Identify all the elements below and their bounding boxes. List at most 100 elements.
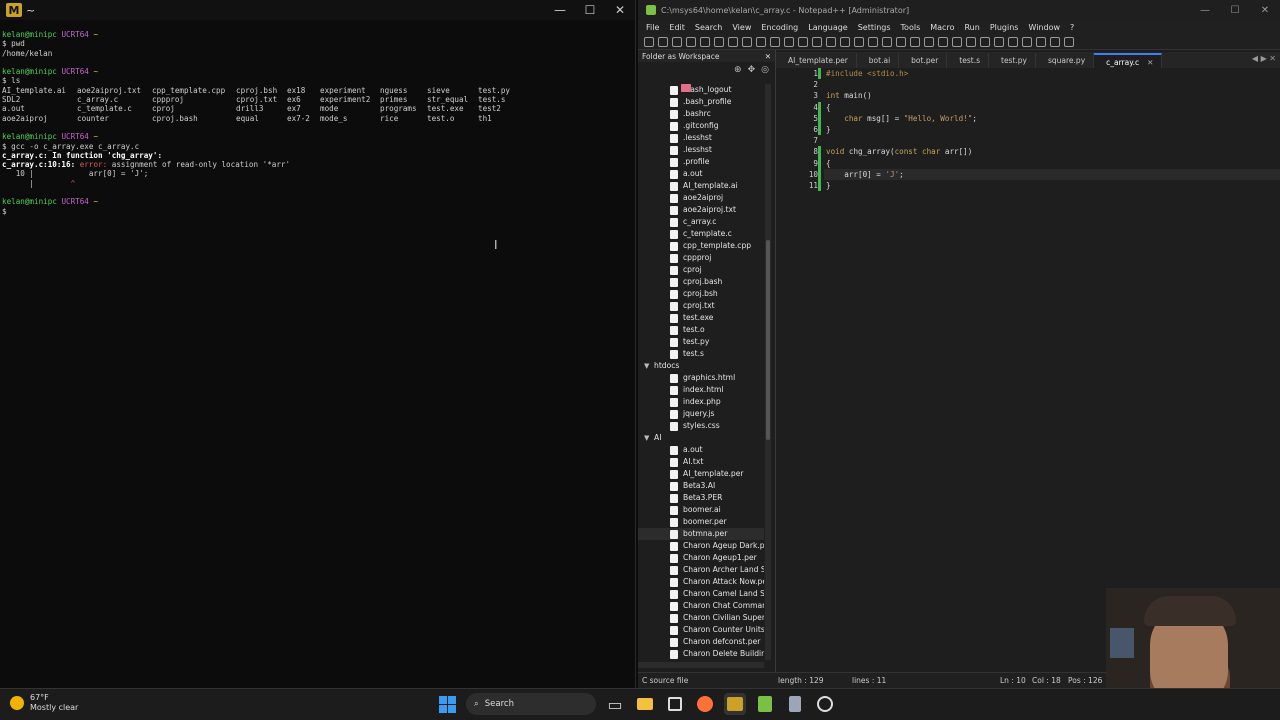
play-multi-icon[interactable] <box>1050 36 1060 47</box>
code-editor[interactable]: 1 2 3 4 5 6 7 8 9 10 11 #include <stdio.h> int mai… <box>776 68 1280 672</box>
file-tree-item[interactable]: a.out <box>638 444 764 456</box>
close-button[interactable]: ✕ <box>605 3 635 17</box>
file-tree-item[interactable]: Charon defconst.per <box>638 636 764 648</box>
menu-item-window[interactable]: Window <box>1028 23 1060 32</box>
file-tree-item[interactable]: Charon Ageup1.per <box>638 552 764 564</box>
code-area[interactable]: #include <stdio.h> int main() { char msg… <box>824 68 1280 191</box>
npp-maximize-button[interactable]: ☐ <box>1220 5 1250 16</box>
file-tree-item[interactable]: AI_template.ai <box>638 180 764 192</box>
zoom-in-icon[interactable] <box>840 36 850 47</box>
menu-item-language[interactable]: Language <box>808 23 847 32</box>
doc-map-icon[interactable] <box>952 36 962 47</box>
file-tree-item[interactable]: cpp_template.cpp <box>638 240 764 252</box>
current-prompt[interactable]: $ <box>2 207 528 216</box>
open-file-icon[interactable] <box>658 36 668 47</box>
sync-h-icon[interactable] <box>882 36 892 47</box>
play-icon[interactable] <box>1036 36 1046 47</box>
file-tree-item[interactable]: test.py <box>638 336 764 348</box>
folder-tree-item[interactable]: ▼ AI <box>638 84 764 444</box>
chevron-down-icon[interactable]: ▼ <box>644 432 654 444</box>
file-tree-item[interactable]: cppproj <box>638 252 764 264</box>
all-chars-icon[interactable] <box>910 36 920 47</box>
npp-titlebar[interactable]: C:\msys64\home\kelan\c_array.c - Notepad… <box>638 0 1280 20</box>
save-icon[interactable] <box>672 36 682 47</box>
file-tree-item[interactable]: test.exe <box>638 312 764 324</box>
file-tree-item[interactable]: index.html <box>638 384 764 396</box>
file-tree-item[interactable]: Beta3.PER <box>638 492 764 504</box>
task-view-icon[interactable]: ▭ <box>604 693 626 715</box>
file-tree-item[interactable]: boomer.ai <box>638 504 764 516</box>
file-tree-item[interactable]: botmna.per <box>638 528 764 540</box>
file-tree-item[interactable]: AI_template.per <box>638 468 764 480</box>
tab-close-icon[interactable]: ✕ <box>1147 58 1153 67</box>
cut-icon[interactable] <box>742 36 752 47</box>
paste-icon[interactable] <box>770 36 780 47</box>
file-tree-item[interactable]: test.o <box>638 324 764 336</box>
file-tree-item[interactable]: Charon Chat Comman <box>638 600 764 612</box>
print-icon[interactable] <box>728 36 738 47</box>
file-tree-item[interactable]: .bash_profile <box>638 96 764 108</box>
file-tree-item[interactable]: Charon Camel Land St <box>638 588 764 600</box>
maximize-button[interactable]: ☐ <box>575 3 605 17</box>
menu-item-settings[interactable]: Settings <box>858 23 891 32</box>
file-tree[interactable]: .bash_logout .bash_profile .bashrc .gitconf… <box>638 84 764 660</box>
file-tree-item[interactable]: c_array.c <box>638 216 764 228</box>
npp-minimize-button[interactable]: — <box>1190 5 1220 16</box>
file-tree-item[interactable]: a.out <box>638 168 764 180</box>
monitor-icon[interactable] <box>994 36 1004 47</box>
file-tree-item[interactable]: Charon Ageup Dark.pe <box>638 540 764 552</box>
file-tree-item[interactable]: aoe2aiproj <box>638 192 764 204</box>
file-explorer-icon[interactable] <box>634 693 656 715</box>
record-icon[interactable] <box>1008 36 1018 47</box>
sync-v-icon[interactable] <box>868 36 878 47</box>
file-tree-item[interactable]: graphics.html <box>638 372 764 384</box>
menu-item-edit[interactable]: Edit <box>669 23 685 32</box>
firefox-icon[interactable] <box>694 693 716 715</box>
zoom-out-icon[interactable] <box>854 36 864 47</box>
file-tree-item[interactable]: .gitconfig <box>638 120 764 132</box>
save-all-icon[interactable] <box>686 36 696 47</box>
file-tree-item[interactable]: cproj.txt <box>638 300 764 312</box>
horizontal-scrollbar[interactable] <box>638 662 764 668</box>
scroll-thumb[interactable] <box>766 240 770 440</box>
file-tree-item[interactable]: styles.css <box>638 420 764 432</box>
obs-icon[interactable] <box>814 693 836 715</box>
menu-item-[interactable]: ? <box>1070 23 1074 32</box>
calculator-icon[interactable] <box>784 693 806 715</box>
new-file-icon[interactable] <box>644 36 654 47</box>
tab-bot-ai[interactable]: bot.ai <box>857 53 900 68</box>
tab-square-py[interactable]: square.py <box>1036 53 1095 68</box>
file-tree-item[interactable]: Charon Delete Building <box>638 648 764 660</box>
redo-icon[interactable] <box>798 36 808 47</box>
stop-icon[interactable] <box>1022 36 1032 47</box>
file-tree-item[interactable]: AI.txt <box>638 456 764 468</box>
notepadpp-window[interactable]: C:\msys64\home\kelan\c_array.c - Notepad… <box>638 0 1280 688</box>
close-icon[interactable] <box>700 36 710 47</box>
file-tree-item[interactable]: .bash_logout <box>638 84 764 96</box>
notepadpp-taskbar-icon[interactable] <box>754 693 776 715</box>
target-icon[interactable]: ◎ <box>761 65 769 75</box>
msys-icon[interactable] <box>724 693 746 715</box>
tab-test-s[interactable]: test.s <box>947 53 989 68</box>
folder-workspace-icon[interactable] <box>980 36 990 47</box>
save-macro-icon[interactable] <box>1064 36 1074 47</box>
tab-nav-arrows-icon[interactable]: ◀ ▶ ✕ <box>1252 54 1276 63</box>
panel-close-button[interactable]: ✕ <box>765 52 771 61</box>
copy-icon[interactable] <box>756 36 766 47</box>
file-tree-item[interactable]: index.php <box>638 396 764 408</box>
file-tree-item[interactable]: boomer.per <box>638 516 764 528</box>
terminal-window[interactable]: M ~ — ☐ ✕ kelan@minipc UCRT64 ~ $ pwd /h… <box>0 0 636 688</box>
locate-file-icon[interactable]: ✥ <box>748 65 756 75</box>
file-tree-item[interactable]: test.s <box>638 348 764 360</box>
menu-item-macro[interactable]: Macro <box>930 23 954 32</box>
file-tree-item[interactable]: Charon Civilian Superi <box>638 612 764 624</box>
chevron-down-icon[interactable]: ▼ <box>644 360 654 372</box>
folder-tree-item[interactable]: ▼ htdocs <box>638 84 764 372</box>
terminal-output[interactable]: kelan@minipc UCRT64 ~ $ pwd /home/kelan … <box>2 30 528 216</box>
file-tree-item[interactable]: Charon Counter Units. <box>638 624 764 636</box>
file-tree-item[interactable]: .profile <box>638 156 764 168</box>
file-tree-item[interactable]: Charon Archer Land St <box>638 564 764 576</box>
file-tree-item[interactable]: Charon Attack Now.pe <box>638 576 764 588</box>
undo-icon[interactable] <box>784 36 794 47</box>
menu-item-tools[interactable]: Tools <box>901 23 921 32</box>
